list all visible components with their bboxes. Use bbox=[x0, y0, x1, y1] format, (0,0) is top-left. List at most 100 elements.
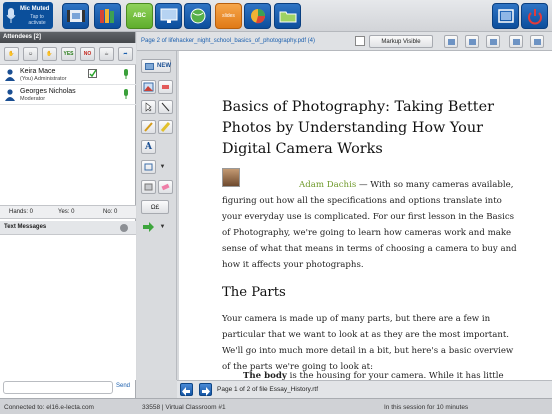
fill-tool[interactable] bbox=[141, 180, 156, 194]
settings-gear-icon[interactable] bbox=[120, 224, 128, 232]
rectangle-tool[interactable] bbox=[141, 160, 156, 174]
app-window: Mic Muted Tap to activate ABC slides Att… bbox=[0, 0, 552, 414]
yes-count: Yes: 0 bbox=[58, 209, 75, 215]
attendee-role: (You) Administrator bbox=[20, 76, 67, 82]
line-tool[interactable] bbox=[158, 100, 173, 114]
attendee-row[interactable]: Keira Mace (You) Administrator bbox=[0, 65, 136, 85]
clear-tool[interactable] bbox=[158, 80, 173, 94]
markup-visible-button[interactable]: Markup Visible bbox=[369, 35, 433, 48]
zoom-out-icon bbox=[534, 39, 541, 45]
pen-icon bbox=[144, 122, 153, 132]
raise-hand-button[interactable]: ✋ bbox=[4, 47, 19, 61]
layout-button[interactable] bbox=[492, 3, 519, 29]
layout-icon bbox=[497, 9, 514, 23]
fullscreen-icon bbox=[490, 39, 497, 45]
next-slide-arrow[interactable] bbox=[141, 220, 156, 234]
text-messages-header: Text Messages bbox=[0, 221, 136, 235]
checkmark-icon bbox=[88, 69, 97, 78]
prev-page-button[interactable] bbox=[180, 383, 193, 396]
page-navigation: Page 1 of 2 of file Essay_History.rtf bbox=[177, 380, 552, 398]
film-icon bbox=[66, 10, 85, 22]
fullscreen-button[interactable] bbox=[486, 35, 500, 48]
document-tab-title[interactable]: Page 2 of lifehacker_night_school_basics… bbox=[141, 38, 315, 44]
shape-menu-toggle[interactable]: ▼ bbox=[158, 160, 167, 174]
slides-button[interactable]: slides bbox=[215, 3, 242, 29]
globe-icon bbox=[190, 8, 205, 24]
next-page-button[interactable] bbox=[199, 383, 212, 396]
folder-icon bbox=[279, 11, 296, 23]
fit-page-button[interactable] bbox=[444, 35, 458, 48]
poll-chart-button[interactable] bbox=[244, 3, 271, 29]
microphone-icon bbox=[6, 8, 16, 23]
eraser-tool[interactable] bbox=[158, 180, 173, 194]
bullet-item: The body is the housing for your camera.… bbox=[243, 371, 533, 380]
applause-button[interactable]: ✋ bbox=[42, 47, 57, 61]
arrow-right-icon bbox=[202, 387, 210, 396]
section-heading: The Parts bbox=[222, 285, 286, 300]
pen-tool[interactable] bbox=[141, 120, 156, 134]
user-icon bbox=[5, 69, 15, 81]
new-page-button[interactable]: NEW bbox=[141, 59, 171, 73]
whiteboard-button[interactable] bbox=[62, 3, 89, 29]
highlighter-tool[interactable] bbox=[158, 120, 173, 134]
new-page-icon bbox=[145, 63, 154, 70]
applause-icon: ✋ bbox=[46, 51, 53, 57]
pie-chart-icon bbox=[250, 9, 265, 24]
document-viewer[interactable]: Basics of Photography: Taking Better Pho… bbox=[179, 51, 552, 380]
user-icon bbox=[5, 89, 15, 101]
connection-status: Connected to: el16.e-lecta.com bbox=[4, 404, 94, 411]
mic-status-label: Mic Muted bbox=[20, 6, 50, 12]
arrow-left-icon bbox=[182, 387, 190, 396]
fit-page-icon bbox=[448, 39, 455, 45]
pointer-icon bbox=[145, 102, 152, 112]
hand-icon: ✋ bbox=[8, 51, 15, 57]
fill-square-icon bbox=[144, 183, 153, 191]
exit-button[interactable] bbox=[521, 3, 548, 29]
line-icon bbox=[161, 102, 170, 112]
library-button[interactable] bbox=[94, 3, 121, 29]
fit-width-button[interactable] bbox=[465, 35, 479, 48]
eraser-icon bbox=[161, 183, 170, 191]
away-button[interactable]: ☕ bbox=[99, 47, 114, 61]
books-icon bbox=[99, 9, 114, 23]
attendee-row[interactable]: Georges Nicholas Moderator bbox=[0, 85, 136, 105]
text-tool[interactable]: A bbox=[141, 140, 156, 154]
left-panel: Attendees [2] ✋ ☺ ✋ YES NO ☕ ➦ Keira Mac… bbox=[0, 32, 136, 398]
select-tool[interactable] bbox=[141, 100, 156, 114]
attendees-header: Attendees [2] bbox=[0, 32, 135, 43]
message-input[interactable] bbox=[3, 381, 113, 394]
markup-visible-checkbox[interactable] bbox=[355, 36, 365, 46]
text-icon: A bbox=[145, 142, 152, 152]
chevron-down-icon: ▼ bbox=[159, 224, 166, 230]
document-header: Page 2 of lifehacker_night_school_basics… bbox=[137, 32, 552, 51]
power-icon bbox=[527, 9, 542, 25]
zoom-in-button[interactable] bbox=[509, 35, 523, 48]
section-paragraph: Your camera is made up of many parts, bu… bbox=[222, 314, 514, 372]
coffee-icon: ☕ bbox=[104, 51, 109, 57]
mic-toggle-button[interactable]: Mic Muted Tap to activate bbox=[3, 2, 53, 29]
intro-paragraph: Adam Dachis — With so many cameras avail… bbox=[222, 177, 522, 273]
smile-icon: ☺ bbox=[27, 51, 34, 57]
send-button[interactable]: Send bbox=[116, 383, 130, 389]
web-tour-button[interactable] bbox=[184, 3, 211, 29]
image-icon bbox=[143, 82, 154, 92]
arrow-menu-toggle[interactable]: ▼ bbox=[158, 220, 167, 234]
omega-icon: Ω£ bbox=[150, 203, 160, 211]
attendee-role: Moderator bbox=[20, 96, 46, 102]
desktop-share-button[interactable] bbox=[155, 3, 182, 29]
article-title: Basics of Photography: Taking Better Pho… bbox=[222, 99, 494, 157]
slides-icon: slides bbox=[222, 13, 235, 19]
zoom-out-button[interactable] bbox=[530, 35, 544, 48]
arrow-right-icon bbox=[143, 222, 154, 232]
text-chat-button[interactable]: ABC bbox=[126, 3, 153, 29]
image-tool[interactable] bbox=[141, 80, 156, 94]
step-out-button[interactable]: ➦ bbox=[118, 47, 133, 61]
yes-button[interactable]: YES bbox=[61, 47, 76, 61]
files-button[interactable] bbox=[274, 3, 301, 29]
smile-button[interactable]: ☺ bbox=[23, 47, 38, 61]
no-button[interactable]: NO bbox=[80, 47, 95, 61]
attendee-actions: ✋ ☺ ✋ YES NO ☕ ➦ bbox=[0, 43, 136, 65]
chevron-down-icon: ▼ bbox=[159, 164, 166, 170]
author-name[interactable]: Adam Dachis bbox=[299, 180, 356, 190]
symbols-tool[interactable]: Ω£ bbox=[141, 200, 169, 214]
